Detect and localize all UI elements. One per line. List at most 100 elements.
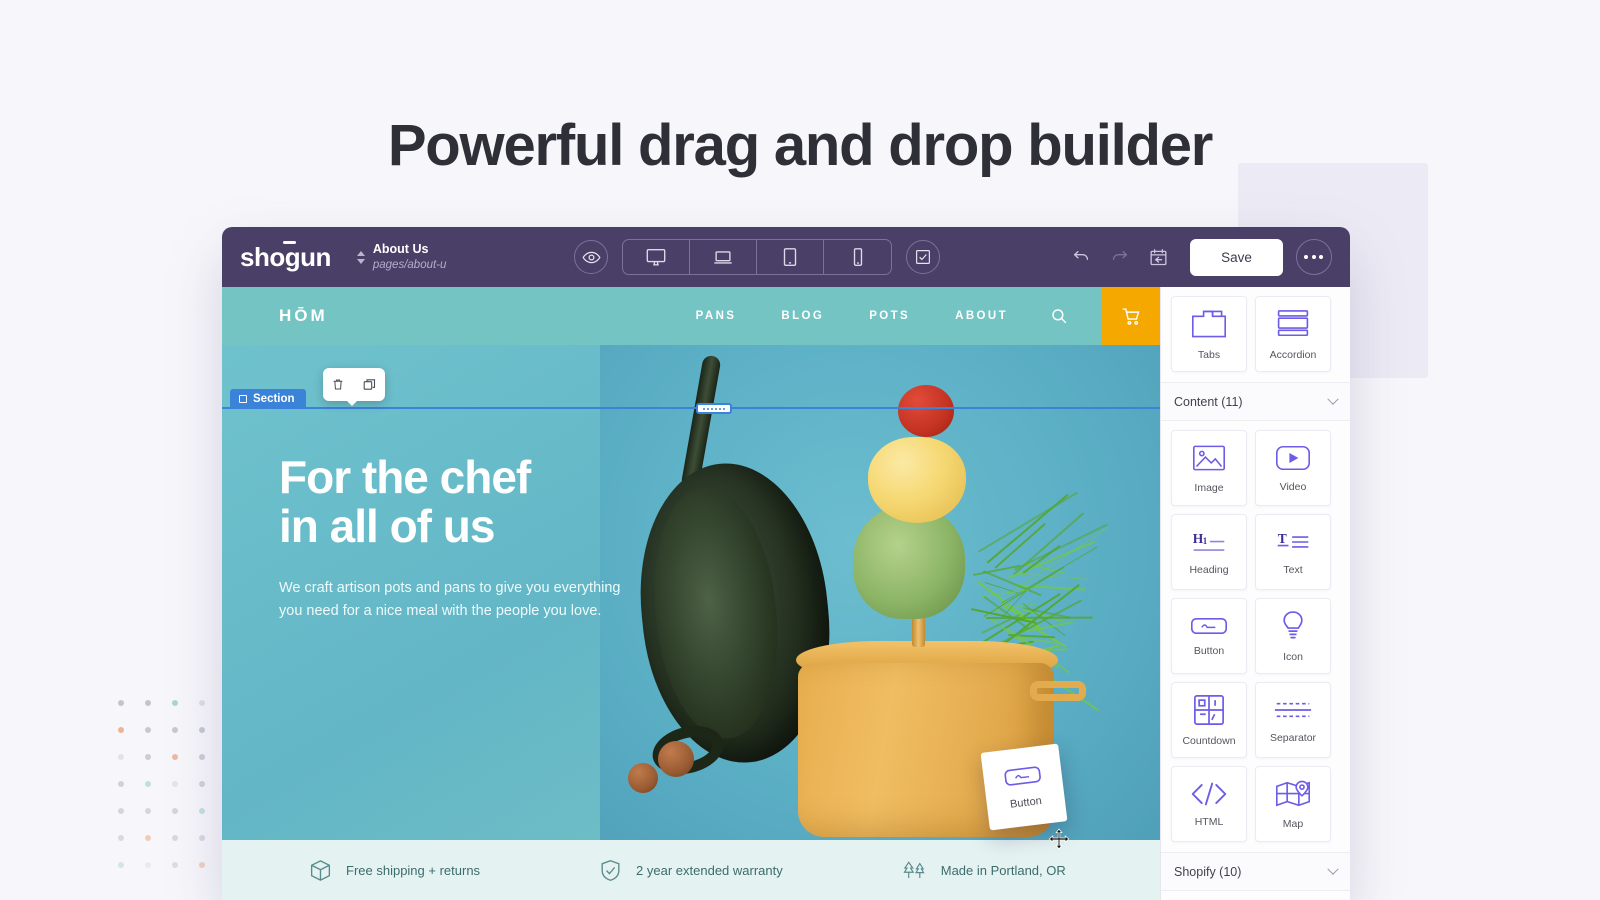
device-desktop[interactable] — [623, 240, 690, 274]
site-search-button[interactable] — [1050, 307, 1068, 325]
element-toolbar — [323, 368, 385, 401]
element-tile-map[interactable]: Map — [1255, 766, 1331, 842]
logo-macron — [283, 241, 296, 244]
element-tile-separator[interactable]: Separator — [1255, 682, 1331, 758]
panel-section-header-content[interactable]: Content (11) — [1161, 382, 1350, 421]
decorative-dot — [199, 808, 205, 814]
more-options-button[interactable] — [1296, 239, 1332, 275]
button-icon — [1003, 763, 1043, 787]
page-title: Powerful drag and drop builder — [0, 112, 1600, 179]
site-logo[interactable]: HŌM — [279, 306, 328, 326]
panel-section-header-shopify[interactable]: Shopify (10) — [1161, 852, 1350, 891]
element-tile-heading[interactable]: H 1 Heading — [1171, 514, 1247, 590]
move-cursor — [1048, 828, 1070, 850]
decorative-dot — [199, 862, 205, 868]
undo-button[interactable] — [1068, 244, 1094, 270]
redo-icon — [1109, 246, 1131, 268]
redo-button[interactable] — [1107, 244, 1133, 270]
decorative-dot — [118, 727, 124, 733]
decorative-dot — [118, 862, 124, 868]
hero-subtitle[interactable]: We craft artison pots and pans to give y… — [279, 577, 679, 622]
pot-handle-shape — [1030, 681, 1086, 701]
hero-title[interactable]: For the chef in all of us — [279, 453, 679, 551]
preview-button[interactable] — [574, 240, 608, 274]
element-tile-html[interactable]: HTML — [1171, 766, 1247, 842]
save-button[interactable]: Save — [1190, 239, 1283, 276]
drag-ghost-label: Button — [1009, 794, 1042, 810]
element-tile-icon[interactable]: Icon — [1255, 598, 1331, 674]
element-tile-label: HTML — [1195, 816, 1224, 828]
feature-item: Made in Portland, OR — [901, 858, 1066, 883]
element-tile-label: Heading — [1189, 564, 1228, 576]
element-tile-button[interactable]: Button — [1171, 598, 1247, 674]
element-tile-tabs[interactable]: Tabs — [1171, 296, 1247, 372]
trash-icon[interactable] — [331, 377, 345, 392]
feature-label: Free shipping + returns — [346, 863, 480, 878]
decorative-dot — [199, 781, 205, 787]
fennel-frond — [986, 494, 1068, 564]
decorative-dot — [172, 862, 178, 868]
element-tile-countdown[interactable]: Countdown — [1171, 682, 1247, 758]
element-tile-label: Countdown — [1182, 735, 1235, 747]
page-selector[interactable]: About Us pages/about-u — [357, 242, 447, 272]
svg-text:T: T — [1278, 530, 1287, 545]
decorative-dot — [118, 808, 124, 814]
eye-icon — [582, 248, 601, 267]
page-root: Powerful drag and drop builder shogun Ab… — [0, 0, 1600, 900]
element-tile-label: Video — [1280, 481, 1307, 493]
shogun-logo[interactable]: shogun — [240, 244, 331, 270]
decorative-dot — [145, 808, 151, 814]
device-laptop[interactable] — [690, 240, 757, 274]
decorative-dot — [199, 754, 205, 760]
site-nav-link-pots[interactable]: POTS — [869, 310, 910, 322]
site-nav-link-blog[interactable]: BLOG — [781, 310, 824, 322]
decorative-dot — [199, 727, 205, 733]
elements-panel: Tabs Accordion Content (11) Image Video … — [1160, 287, 1350, 900]
decorative-dot — [172, 781, 178, 787]
duplicate-icon[interactable] — [362, 377, 377, 392]
drag-ghost-button-element[interactable]: Button — [981, 744, 1068, 831]
editor-window: shogun About Us pages/about-u Save Secti… — [222, 227, 1350, 900]
accordion-icon — [1275, 308, 1311, 340]
separator-icon — [1274, 697, 1312, 723]
desktop-icon — [645, 246, 667, 268]
tomato-shape — [898, 385, 954, 437]
countdown-icon — [1193, 694, 1225, 726]
calendar-icon — [1148, 247, 1169, 268]
shallot-shape — [628, 763, 658, 793]
text-icon: T — [1275, 529, 1311, 555]
button-icon — [1190, 616, 1228, 636]
tabs-icon — [1191, 308, 1227, 340]
panel-shopify-tiles — [1161, 891, 1350, 900]
section-badge-label: Section — [253, 393, 295, 405]
device-switcher — [622, 239, 892, 275]
element-tile-image[interactable]: Image — [1171, 430, 1247, 506]
device-mobile[interactable] — [824, 240, 891, 274]
element-tile-video[interactable]: Video — [1255, 430, 1331, 506]
undo-icon — [1070, 246, 1092, 268]
image-icon — [1192, 443, 1226, 473]
schedule-button[interactable] — [1146, 244, 1172, 270]
hero-product-photo — [600, 345, 1160, 840]
section-badge[interactable]: Section — [230, 389, 306, 409]
publish-check-button[interactable] — [906, 240, 940, 274]
element-tile-label: Button — [1194, 645, 1224, 657]
site-nav-links: PANS BLOG POTS ABOUT — [696, 310, 1008, 322]
site-nav-link-about[interactable]: ABOUT — [955, 310, 1008, 322]
heading-icon: H 1 — [1191, 529, 1227, 555]
decorative-dot — [145, 781, 151, 787]
chevron-down-icon — [1327, 864, 1338, 875]
section-drag-handle[interactable] — [696, 403, 732, 414]
element-tile-text[interactable]: T Text — [1255, 514, 1331, 590]
shogun-logo-text: shogun — [240, 242, 331, 272]
decorative-dot — [118, 781, 124, 787]
site-nav-link-pans[interactable]: PANS — [696, 310, 737, 322]
mobile-icon — [847, 246, 869, 268]
cart-button[interactable] — [1102, 287, 1160, 345]
panel-top-tiles: Tabs Accordion — [1161, 287, 1350, 382]
panel-section-title: Content (11) — [1174, 395, 1243, 409]
element-tile-accordion[interactable]: Accordion — [1255, 296, 1331, 372]
shield-check-icon — [598, 858, 623, 883]
topbar-right-tools: Save — [1068, 239, 1332, 276]
device-tablet[interactable] — [757, 240, 824, 274]
